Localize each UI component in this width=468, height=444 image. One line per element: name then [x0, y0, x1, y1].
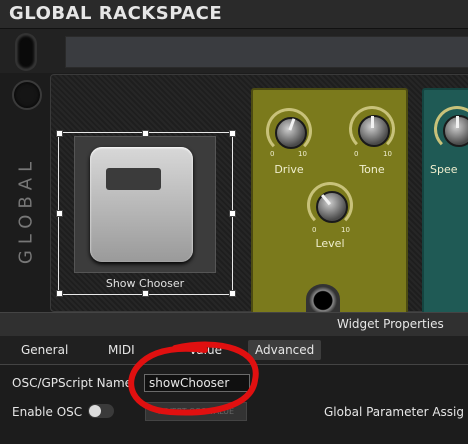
properties-header: Widget Properties [0, 312, 468, 337]
drive-scale-min: 0 [270, 150, 275, 158]
invert-osc-value-button[interactable]: INVERT OSC VALUE [145, 402, 247, 421]
window-title: GLOBAL RACKSPACE [9, 3, 223, 24]
tab-midi[interactable]: MIDI [101, 340, 142, 360]
tone-scale-max: 10 [383, 150, 392, 158]
drive-knob[interactable] [266, 108, 312, 154]
resize-handle[interactable] [142, 130, 149, 137]
properties-tabs: General MIDI Value Advanced [0, 336, 468, 365]
resize-handle[interactable] [229, 130, 236, 137]
enable-osc-toggle[interactable] [88, 404, 114, 418]
osc-name-field[interactable]: showChooser [144, 374, 250, 392]
speed-knob[interactable] [434, 106, 468, 152]
resize-handle[interactable] [229, 290, 236, 297]
resize-handle[interactable] [56, 290, 63, 297]
global-rackspace-window: GLOBAL RACKSPACE GLOBAL Show Chooser 0 1… [0, 0, 468, 444]
properties-title: Widget Properties [337, 317, 444, 331]
panel-toggle-button[interactable] [17, 35, 35, 69]
tab-value[interactable]: Value [182, 340, 229, 360]
rackspace-name-bar[interactable] [65, 36, 468, 68]
osc-name-label: OSC/GPScript Name [12, 376, 133, 390]
level-scale-max: 10 [341, 226, 350, 234]
enable-osc-label: Enable OSC [12, 405, 83, 419]
tone-label: Tone [359, 163, 385, 176]
level-label: Level [315, 237, 345, 250]
top-strip [0, 29, 468, 73]
tab-advanced[interactable]: Advanced [248, 340, 322, 360]
rack-side-label: GLOBAL [15, 155, 37, 265]
footswitch-jack[interactable] [306, 284, 340, 314]
tone-scale-min: 0 [354, 150, 359, 158]
level-scale-min: 0 [312, 226, 317, 234]
title-bar: GLOBAL RACKSPACE [0, 0, 468, 29]
tab-general[interactable]: General [14, 340, 75, 360]
resize-handle[interactable] [56, 130, 63, 137]
resize-handle[interactable] [229, 210, 236, 217]
speed-label: Spee [430, 163, 458, 176]
drive-label: Drive [274, 163, 304, 176]
level-knob[interactable] [307, 182, 353, 228]
tone-knob[interactable] [349, 106, 395, 152]
resize-handle[interactable] [142, 290, 149, 297]
selection-box[interactable] [58, 132, 233, 295]
bottom-strip [0, 424, 468, 444]
global-parameter-label: Global Parameter Assig [324, 405, 465, 419]
resize-handle[interactable] [56, 210, 63, 217]
drive-scale-max: 10 [298, 150, 307, 158]
round-button[interactable] [12, 80, 42, 110]
